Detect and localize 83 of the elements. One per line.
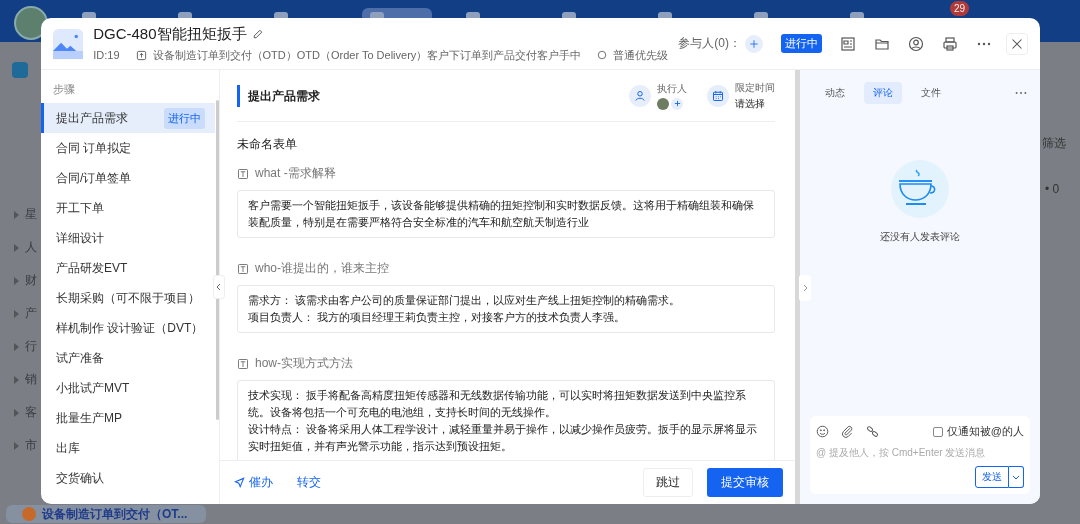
field-label: who-谁提出的，谁来主控 bbox=[255, 260, 389, 277]
expand-arrow-icon[interactable] bbox=[14, 408, 19, 417]
deadline-picker[interactable]: 请选择 bbox=[735, 96, 775, 111]
tab[interactable]: 评论 bbox=[864, 82, 902, 104]
link-icon[interactable] bbox=[866, 425, 879, 438]
text-field-icon bbox=[237, 357, 249, 370]
send-options-button[interactable] bbox=[1009, 466, 1024, 488]
process-name[interactable]: 设备制造订单到交付（OTD）OTD（Order To Delivery）客户下订单到产品交付客户手中 bbox=[152, 47, 582, 63]
step-item[interactable]: 交货确认 bbox=[41, 463, 215, 493]
expand-arrow-icon[interactable] bbox=[14, 210, 19, 219]
app-logo-icon bbox=[12, 62, 28, 78]
caret-icon bbox=[1012, 473, 1020, 481]
add-executor-button[interactable] bbox=[671, 97, 683, 110]
edit-icon bbox=[251, 28, 264, 40]
document-icon[interactable] bbox=[840, 35, 856, 52]
step-item[interactable]: 试产准备 bbox=[41, 343, 215, 373]
submit-button[interactable]: 提交审核 bbox=[707, 468, 783, 497]
urge-link[interactable]: 催办 bbox=[234, 474, 273, 491]
form-title: 未命名表单 bbox=[237, 136, 298, 153]
step-status-badge: 进行中 bbox=[164, 107, 205, 129]
expand-arrow-icon[interactable] bbox=[14, 375, 19, 384]
send-icon bbox=[234, 477, 245, 488]
user-avatar[interactable] bbox=[14, 6, 48, 40]
person-icon bbox=[629, 84, 651, 107]
step-item[interactable]: 小批试产MVT bbox=[41, 373, 215, 403]
step-item[interactable]: 开工下单 bbox=[41, 193, 215, 223]
process-icon bbox=[22, 507, 36, 521]
step-item[interactable]: 详细设计 bbox=[41, 223, 215, 253]
close-button[interactable] bbox=[1006, 32, 1028, 55]
text-area[interactable]: 需求方： 该需求由客户公司的质量保证部门提出，以应对生产线上扭矩控制的精确需求。 项目负责人： 我方的项目经理王莉负责主控，对接客户方的技术负责人李强。 bbox=[237, 285, 775, 333]
step-item[interactable]: 批量生产MP bbox=[41, 403, 215, 433]
step-item[interactable]: 提出产品需求 进行中 bbox=[41, 103, 215, 133]
empty-comments-text: 还没有人发表评论 bbox=[880, 230, 960, 244]
text-field-icon bbox=[237, 167, 249, 180]
collapse-handle[interactable] bbox=[213, 275, 225, 299]
step-item[interactable]: 出库 bbox=[41, 433, 215, 463]
text-area[interactable]: 技术实现： 扳手将配备高精度扭矩传感器和无线数据传输功能，可以实时将扭矩数据发送到中央监控系统。设备将包括一个可充电的电池组，支持长时间的无线操作。 设计特点： 设备将采用人体工程学设计，减轻重量并易于操作，以减少操作员疲劳。扳手的显示屏将显示实时扭矩值，并有声光警示功能，指示达到预设扭矩。 bbox=[237, 380, 775, 460]
print-icon[interactable] bbox=[942, 35, 958, 52]
priority-circle-icon bbox=[597, 50, 608, 60]
steps-heading: 步骤 bbox=[52, 82, 76, 97]
expand-arrow-icon[interactable] bbox=[14, 309, 19, 318]
step-item[interactable]: 合同 订单拟定 bbox=[41, 133, 215, 163]
field-label: how-实现方式方法 bbox=[255, 355, 353, 372]
expand-arrow-icon[interactable] bbox=[14, 441, 19, 450]
expand-arrow-icon[interactable] bbox=[14, 276, 19, 285]
emoji-icon[interactable] bbox=[816, 425, 829, 438]
expand-arrow-icon[interactable] bbox=[14, 243, 19, 252]
step-item[interactable]: 样机制作 设计验证（DVT） bbox=[41, 313, 215, 343]
step-item[interactable]: 合同/订单签单 bbox=[41, 163, 215, 193]
executor-avatar bbox=[657, 97, 669, 110]
scrollbar[interactable] bbox=[216, 100, 219, 420]
comment-input[interactable]: @ 提及他人，按 Cmd+Enter 发送消息 bbox=[816, 447, 1024, 458]
plus-icon bbox=[749, 38, 759, 49]
deadline-label: 限定时间 bbox=[735, 80, 775, 95]
participants-label: 参与人(0)： bbox=[678, 35, 741, 52]
paperclip-icon[interactable] bbox=[841, 425, 854, 438]
count-text: • 0 bbox=[1045, 182, 1060, 196]
field-label: what -需求解释 bbox=[255, 165, 336, 182]
expand-arrow-icon[interactable] bbox=[14, 342, 19, 351]
user-icon[interactable] bbox=[908, 35, 924, 52]
close-icon bbox=[1011, 37, 1023, 50]
calendar-icon bbox=[707, 84, 729, 107]
tab[interactable]: 动态 bbox=[816, 82, 854, 104]
priority-label[interactable]: 普通优先级 bbox=[613, 47, 669, 63]
task-title: DGC-480智能扭矩扳手 bbox=[93, 24, 247, 44]
add-participant-button[interactable] bbox=[745, 34, 763, 53]
transfer-link[interactable]: 转交 bbox=[297, 474, 321, 491]
teacup-illustration bbox=[891, 160, 949, 218]
tab[interactable]: 文件 bbox=[912, 82, 950, 104]
text-field-icon bbox=[237, 262, 249, 275]
checkbox[interactable] bbox=[932, 426, 943, 437]
task-id: ID:19 bbox=[93, 49, 120, 61]
skip-button[interactable]: 跳过 bbox=[643, 468, 693, 497]
executor-label: 执行人 bbox=[657, 81, 687, 96]
step-item[interactable]: 产品研发EVT bbox=[41, 253, 215, 283]
step-item[interactable]: 长期采购（可不限于项目） bbox=[41, 283, 215, 313]
step-title: 提出产品需求 bbox=[237, 84, 619, 107]
checkbox-label: 仅通知被@的人 bbox=[946, 424, 1024, 439]
text-area[interactable]: 客户需要一个智能扭矩扳手，该设备能够提供精确的扭矩控制和实时数据反馈。这将用于精确组装和确保装配质量，特别是在需要严格符合安全标准的汽车和航空航天制造行业 bbox=[237, 190, 775, 238]
status-badge[interactable]: 进行中 bbox=[781, 34, 822, 53]
process-icon bbox=[135, 49, 147, 61]
send-button[interactable]: 发送 bbox=[975, 466, 1009, 488]
expand-handle[interactable] bbox=[799, 275, 811, 301]
